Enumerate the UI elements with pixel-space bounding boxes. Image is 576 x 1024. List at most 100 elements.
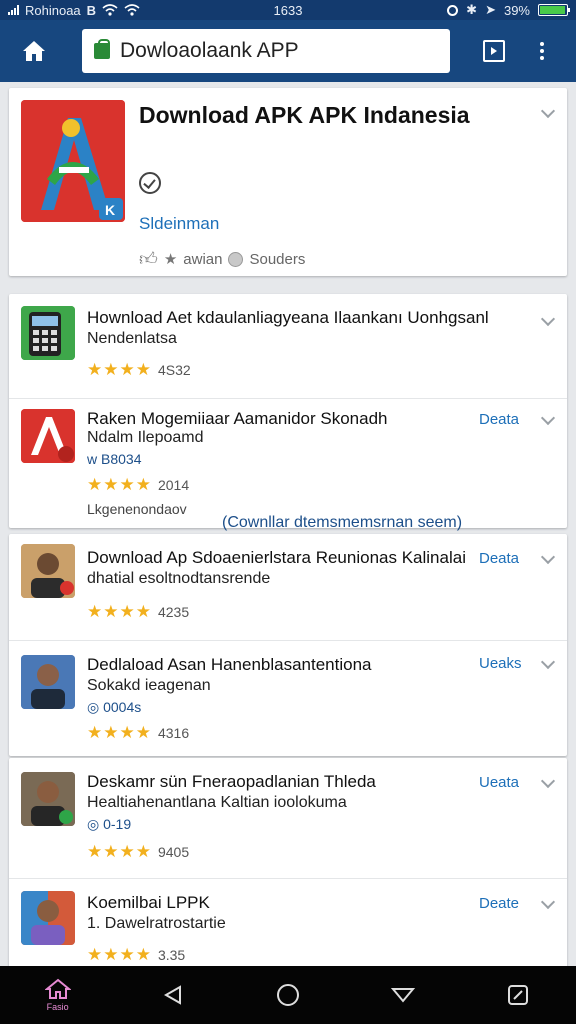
app-title: Deskamr sün Fneraopadlanian Thleda: [87, 772, 376, 791]
edit-button[interactable]: [488, 966, 548, 1024]
status-bar: Rohinoaa B 1633 ✱ ➤ 39%: [0, 0, 576, 20]
person-avatar-icon: [21, 655, 75, 709]
app-subtitle: Ndalm Ilepoamd: [87, 429, 204, 446]
app-rating: ★★★★ 4S32: [87, 360, 191, 380]
chevron-down-icon: [391, 988, 416, 1003]
rating-stars-icon: ★★★★: [87, 360, 152, 379]
url-input[interactable]: [120, 39, 430, 63]
chevron-down-icon[interactable]: [541, 552, 555, 566]
clock: 1633: [273, 2, 303, 18]
app-title: Download Ap Sdoaenierlstara Reunionas Ka…: [87, 548, 466, 567]
list-item[interactable]: Deskamr sün Fneraopadlanian Thleda Healt…: [9, 758, 567, 878]
rating-value: 4235: [157, 604, 190, 620]
calculator-app-icon: [21, 306, 75, 360]
rating-stars-icon: ★★★★: [87, 602, 152, 621]
rating-stars-icon: ★★★★: [87, 475, 152, 494]
location-icon: ➤: [485, 2, 496, 17]
back-button[interactable]: [143, 966, 203, 1024]
app-rating: ★★★★ 9405: [87, 842, 189, 862]
person-avatar-icon: [21, 544, 75, 598]
wifi-icon: [124, 4, 140, 16]
secure-lock-icon: [94, 39, 110, 59]
details-link[interactable]: Deate: [479, 895, 519, 912]
details-link[interactable]: Ueaks: [479, 655, 522, 672]
bluetooth-icon: ✱: [466, 2, 478, 17]
list-item[interactable]: Download Ap Sdoaenierlstara Reunionas Ka…: [9, 534, 567, 640]
app-note: Lkgenenondaov: [87, 501, 187, 517]
downloads-button[interactable]: [373, 966, 433, 1024]
meta-left-text: awian: [183, 250, 223, 268]
carrier-name: Rohinoaa: [25, 2, 81, 18]
chevron-down-icon[interactable]: [541, 413, 555, 427]
app-subtitle: 1. Dawelratrostartie: [87, 915, 226, 932]
home-button[interactable]: [10, 27, 58, 75]
info-icon: ◎: [87, 816, 104, 832]
rating-value: 4316: [157, 725, 190, 741]
star-icon: ★: [163, 251, 178, 268]
thumbs-up-icon: 👍︎: [139, 249, 158, 269]
details-link[interactable]: Ueata: [479, 774, 519, 791]
home-icon: [23, 41, 45, 61]
circle-home-icon: [276, 984, 299, 1006]
featured-app-card[interactable]: K Download APK APK Indanesia Sldeinman 👍…: [9, 88, 567, 276]
chevron-down-icon[interactable]: [541, 314, 555, 328]
app-title: Koemilbai LPPK: [87, 893, 210, 912]
developer-link[interactable]: Sldeinman: [139, 214, 219, 234]
rating-value: 3.35: [157, 947, 186, 963]
back-icon: [163, 985, 181, 1005]
banner-link[interactable]: (Cownllar dtemsmemsrnan seem): [222, 514, 462, 532]
app-subtitle: Sokakd ieagenan: [87, 677, 211, 694]
home-icon: [44, 978, 71, 999]
svg-text:K: K: [105, 202, 115, 218]
app-list-card: Download Ap Sdoaenierlstara Reunionas Ka…: [9, 534, 567, 756]
app-subtitle: dhatial esoltnodtansrende: [87, 570, 271, 587]
featured-meta: 👍︎ ★ awian Souders: [139, 248, 305, 270]
notification-icon: B: [86, 2, 97, 18]
rating-stars-icon: ★★★★: [87, 723, 152, 742]
tabs-button[interactable]: [470, 27, 518, 75]
menu-button[interactable]: [518, 27, 566, 75]
battery-percent: 39%: [503, 2, 530, 18]
tabs-icon: [483, 40, 505, 62]
featured-app-title: Download APK APK Indanesia: [139, 102, 470, 128]
page-content[interactable]: K Download APK APK Indanesia Sldeinman 👍…: [0, 82, 576, 966]
app-rating: ★★★★ 4235: [87, 602, 189, 622]
chevron-down-icon[interactable]: [541, 776, 555, 790]
home-circle-button[interactable]: [258, 966, 318, 1024]
list-item[interactable]: Raken Mogemiiaar Aamanidor Skonadh Ndalm…: [9, 398, 567, 528]
person-avatar-icon: [21, 772, 75, 826]
app-logo-icon: [21, 409, 75, 463]
person-avatar-icon: [21, 891, 75, 945]
app-title: Dedlaload Asan Hanenblasantentiona: [87, 655, 372, 674]
rating-value: 2014: [157, 477, 190, 493]
app-extra: w B8034: [87, 451, 142, 467]
browser-toolbar: [0, 20, 576, 82]
alarm-icon: [447, 4, 459, 16]
app-extra: ◎ 0004s: [87, 699, 141, 716]
app-subtitle: Nendenlatsa: [87, 330, 177, 347]
app-extra-text: 0004s: [103, 699, 142, 715]
chevron-down-icon[interactable]: [541, 897, 555, 911]
details-link[interactable]: Deata: [479, 550, 519, 567]
bottom-navigation: Fasio: [0, 966, 576, 1024]
details-link[interactable]: Deata: [479, 411, 519, 428]
rating-stars-icon: ★★★★: [87, 842, 152, 861]
app-rating: ★★★★ 4316: [87, 723, 189, 743]
app-subtitle: Healtiahenantlana Kaltian ioolokuma: [87, 794, 347, 811]
wifi-icon: [102, 4, 118, 16]
list-item[interactable]: Dedlaload Asan Hanenblasantentiona Sokak…: [9, 640, 567, 756]
chevron-down-icon[interactable]: [541, 106, 555, 120]
list-item[interactable]: Hownload Aet kdaulanliagyeana Ilaankanı …: [9, 294, 567, 398]
app-logo-icon: K: [21, 100, 125, 222]
address-bar[interactable]: [82, 29, 450, 73]
app-rating: ★★★★ 2014: [87, 475, 189, 495]
app-list-card: Deskamr sün Fneraopadlanian Thleda Healt…: [9, 758, 567, 966]
app-rating: ★★★★ 3.35: [87, 945, 185, 965]
info-icon: ◎: [87, 699, 104, 715]
app-title: Raken Mogemiiaar Aamanidor Skonadh: [87, 409, 388, 428]
verified-icon: [139, 172, 161, 194]
meta-right-text: Souders: [249, 250, 306, 268]
chevron-down-icon[interactable]: [541, 657, 555, 671]
nav-home-button[interactable]: Fasio: [28, 966, 88, 1024]
list-item[interactable]: Koemilbai LPPK 1. Dawelratrostartie ★★★★…: [9, 878, 567, 966]
